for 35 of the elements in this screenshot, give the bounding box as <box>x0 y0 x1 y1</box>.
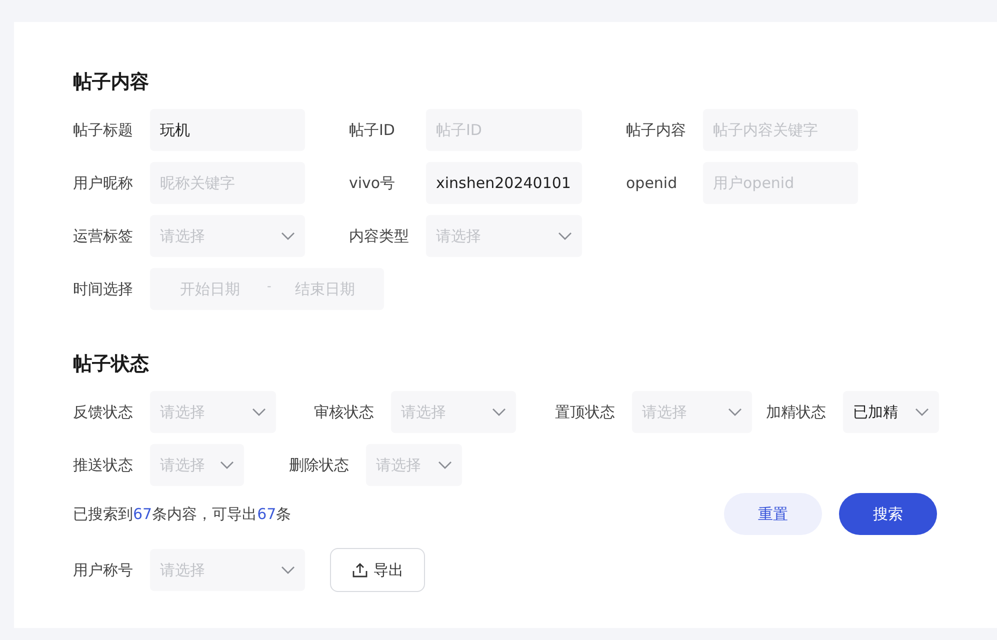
field-label: 加精状态 <box>766 402 827 423</box>
upload-icon <box>352 562 368 578</box>
chevron-down-icon <box>438 461 452 469</box>
field-label: 用户称号 <box>73 560 134 581</box>
chevron-down-icon <box>915 408 929 416</box>
field-label: 删除状态 <box>289 454 350 476</box>
field-label: vivo号 <box>349 172 396 194</box>
section-title: 帖子状态 <box>73 352 150 376</box>
field-label: 反馈状态 <box>73 402 134 423</box>
chevron-down-icon <box>492 408 506 416</box>
search-result-summary: 已搜索到67条内容，可导出67条 <box>73 504 292 525</box>
field-label: 帖子标题 <box>73 120 134 141</box>
input-field[interactable]: 玩机 <box>150 109 305 151</box>
chevron-down-icon <box>281 232 295 240</box>
field-label: 推送状态 <box>73 454 134 476</box>
field-label: 用户昵称 <box>73 172 134 194</box>
chevron-down-icon <box>281 566 295 574</box>
field-label: 时间选择 <box>73 278 134 300</box>
export-button[interactable]: 导出 <box>330 548 425 592</box>
field-label: 内容类型 <box>349 226 410 247</box>
field-label: 帖子内容 <box>626 120 687 141</box>
chevron-down-icon <box>728 408 742 416</box>
field-label: 审核状态 <box>314 402 375 423</box>
field-label: 运营标签 <box>73 226 134 247</box>
field-label: 置顶状态 <box>555 402 616 423</box>
select-field[interactable]: 已加精 <box>843 391 939 433</box>
chevron-down-icon <box>252 408 266 416</box>
field-label: openid <box>626 172 678 194</box>
field-label: 帖子ID <box>349 120 396 141</box>
chevron-down-icon <box>558 232 572 240</box>
section-title: 帖子内容 <box>73 70 150 94</box>
search-button[interactable]: 搜索 <box>839 493 937 535</box>
chevron-down-icon <box>220 461 234 469</box>
reset-button[interactable]: 重置 <box>724 493 822 535</box>
input-field[interactable]: xinshen20240101 <box>426 162 582 204</box>
